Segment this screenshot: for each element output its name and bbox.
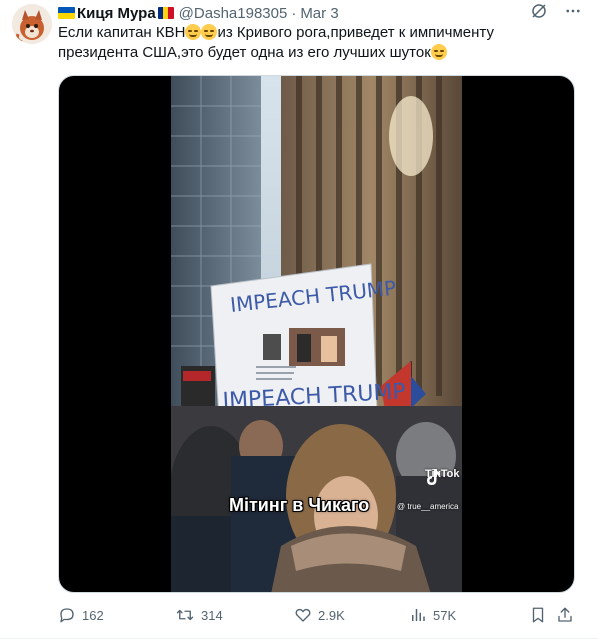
like-button[interactable]: 2.9K: [294, 606, 345, 624]
author-name[interactable]: Киця Мура: [77, 5, 156, 22]
repost-icon: [176, 609, 194, 621]
bookmark-button[interactable]: [529, 606, 547, 624]
separator-dot: ·: [291, 4, 297, 22]
repost-count: 314: [201, 607, 223, 623]
bookmark-icon: [532, 607, 544, 623]
tweet-header: Киця Мура @Dasha198305 · Mar 3: [58, 4, 582, 22]
winking-face-emoji-icon: [201, 24, 218, 40]
views-count: 57K: [433, 607, 457, 623]
relieved-face-emoji-icon: [185, 24, 202, 40]
like-count: 2.9K: [318, 607, 345, 623]
share-button[interactable]: [556, 606, 574, 624]
reply-count: 162: [82, 607, 104, 623]
views-button[interactable]: 57K: [409, 606, 456, 624]
video-frame[interactable]: IMPEACH TRUMP IMPEACH TRUMP Мітинг в Чик…: [171, 76, 462, 592]
tiktok-logo-icon: [427, 469, 440, 485]
views-chart-icon: [412, 609, 425, 621]
ukraine-flag-icon: [58, 7, 75, 19]
tiktok-handle: @ true__america: [397, 502, 459, 511]
tiktok-watermark: TikTok: [425, 468, 459, 485]
tweet-text: Если капитан КВН из Кривого рога,приведет…: [58, 23, 578, 63]
video-caption: Мітинг в Чикаго: [229, 495, 370, 515]
tweet-date[interactable]: Mar 3: [300, 5, 338, 22]
repost-button[interactable]: 314: [175, 606, 223, 624]
tears-of-joy-emoji-icon: [430, 44, 447, 60]
action-bar: 162 314 2.9K 57K: [58, 604, 578, 626]
reply-button[interactable]: 162: [58, 606, 104, 624]
grok-icon[interactable]: [530, 2, 548, 20]
more-options-icon[interactable]: [564, 2, 582, 20]
tweet[interactable]: Киця Мура @Dasha198305 · Mar 3 Если капи…: [0, 0, 598, 639]
tweet-text-part1: Если капитан КВН: [58, 24, 186, 41]
avatar[interactable]: [12, 4, 52, 44]
avatar-image: [12, 4, 52, 44]
reply-icon: [60, 608, 74, 623]
author-handle[interactable]: @Dasha198305: [179, 5, 288, 22]
video-player[interactable]: IMPEACH TRUMP IMPEACH TRUMP Мітинг в Чик…: [58, 75, 575, 593]
share-icon: [558, 607, 572, 622]
romania-flag-icon: [157, 7, 174, 19]
heart-icon: [295, 608, 311, 622]
